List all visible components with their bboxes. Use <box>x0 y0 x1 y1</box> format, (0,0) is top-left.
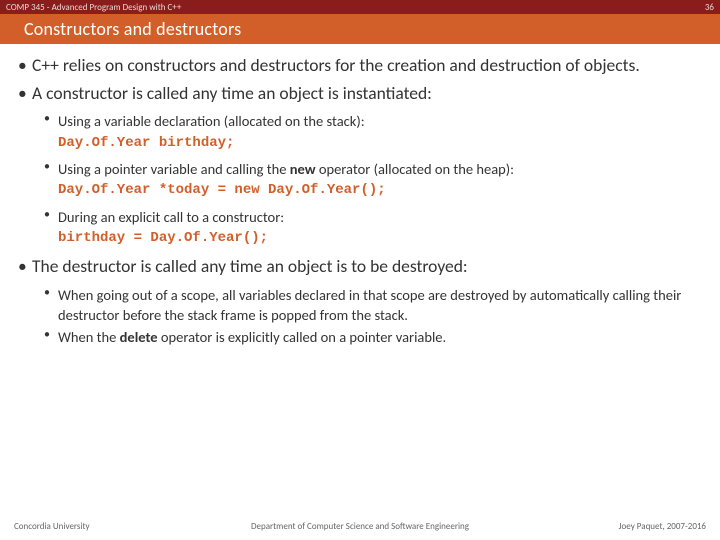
new-keyword: new <box>290 160 316 178</box>
code-1: Day.Of.Year birthday; <box>58 134 702 154</box>
slide-content: C++ relies on constructors and destructo… <box>0 44 720 347</box>
bullet-3-text: The destructor is called any time an obj… <box>32 255 468 277</box>
header-top-bar: COMP 345 - Advanced Program Design with … <box>0 0 720 14</box>
sub-3-2-post: operator is explicitly called on a point… <box>158 328 447 346</box>
sub-2-1: Using a variable declaration (allocated … <box>44 111 702 153</box>
main-bullet-list: C++ relies on constructors and destructo… <box>18 54 702 347</box>
delete-keyword: delete <box>120 328 158 346</box>
sub-2-2: Using a pointer variable and calling the… <box>44 159 702 201</box>
footer-right: Joey Paquet, 2007-2016 <box>566 521 706 532</box>
bullet-3-sublist: When going out of a scope, all variables… <box>32 285 702 348</box>
sub-2-2-post: operator (allocated on the heap): <box>316 160 514 178</box>
code-3: birthday = Day.Of.Year(); <box>58 229 702 249</box>
slide-number: 36 <box>705 2 714 13</box>
footer: Concordia University Department of Compu… <box>0 521 720 532</box>
sub-2-3-text: During an explicit call to a constructor… <box>58 208 284 226</box>
sub-3-2-pre: When the <box>58 328 120 346</box>
course-label: COMP 345 - Advanced Program Design with … <box>6 2 181 13</box>
slide-title: Constructors and destructors <box>24 18 241 40</box>
sub-3-1: When going out of a scope, all variables… <box>44 285 702 326</box>
bullet-2: A constructor is called any time an obje… <box>18 82 702 249</box>
footer-center: Department of Computer Science and Softw… <box>154 521 566 532</box>
bullet-2-sublist: Using a variable declaration (allocated … <box>32 111 702 249</box>
bullet-1: C++ relies on constructors and destructo… <box>18 54 702 78</box>
bullet-3: The destructor is called any time an obj… <box>18 255 702 348</box>
footer-left: Concordia University <box>14 521 154 532</box>
sub-3-2: When the delete operator is explicitly c… <box>44 327 702 347</box>
sub-2-2-pre: Using a pointer variable and calling the <box>58 160 290 178</box>
bullet-2-text: A constructor is called any time an obje… <box>32 82 432 104</box>
sub-2-1-text: Using a variable declaration (allocated … <box>58 112 365 130</box>
sub-2-3: During an explicit call to a constructor… <box>44 207 702 249</box>
code-2: Day.Of.Year *today = new Day.Of.Year(); <box>58 181 702 201</box>
title-bar: Constructors and destructors <box>0 14 720 44</box>
